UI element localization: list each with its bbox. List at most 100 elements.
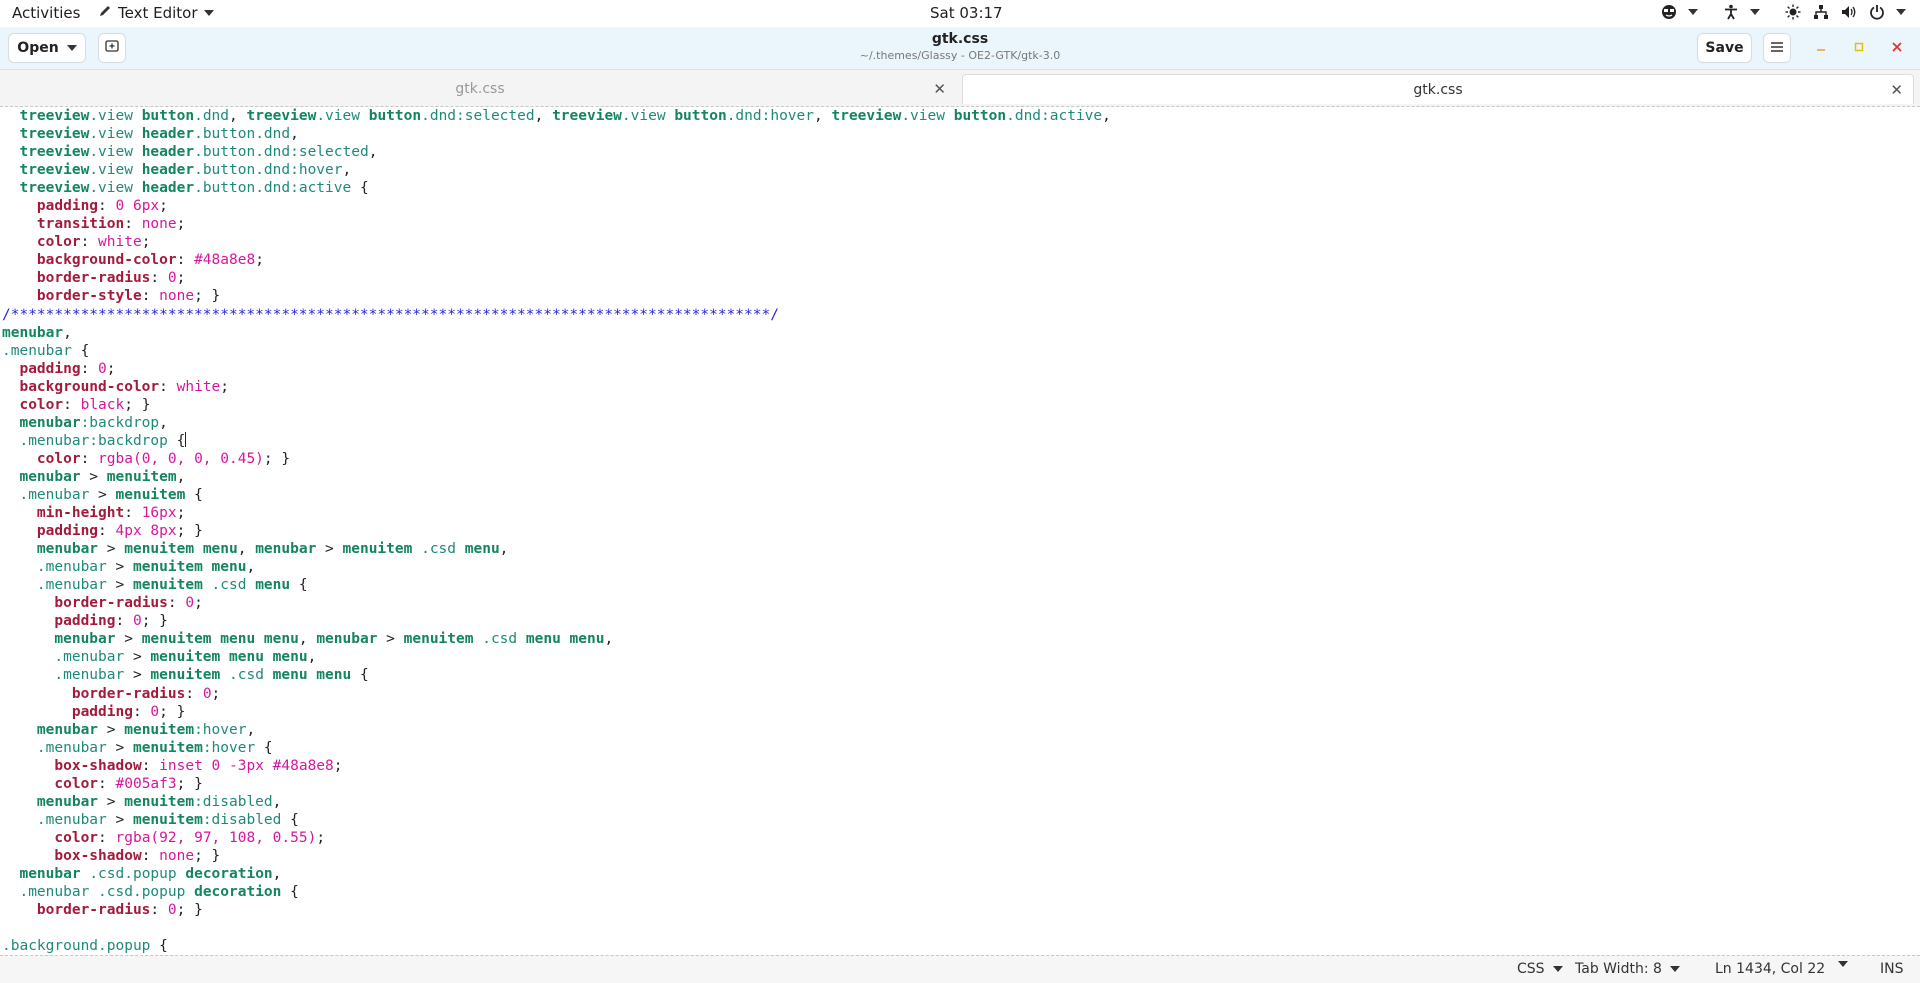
app-menu[interactable]: Text Editor: [98, 4, 214, 22]
code-line: treeview.view header.button.dnd:selected…: [2, 143, 1111, 161]
code-token: .view: [89, 108, 133, 124]
code-view[interactable]: treeview.view button.dnd, treeview.view …: [2, 107, 1111, 955]
code-token: decoration: [185, 865, 273, 882]
code-token: menu: [464, 541, 500, 558]
position-menu-button[interactable]: [1838, 961, 1848, 967]
code-token: :: [141, 757, 160, 774]
main-menu-button[interactable]: [1763, 33, 1791, 63]
code-token: .csd: [229, 667, 264, 684]
code-token: .button.dnd:active: [194, 180, 352, 197]
code-token: ,: [246, 721, 256, 738]
minimize-button[interactable]: [1808, 36, 1834, 60]
insert-mode-indicator[interactable]: INS: [1880, 961, 1904, 977]
language-selector[interactable]: CSS: [1517, 961, 1563, 977]
code-token: menu menu: [525, 631, 605, 648]
chevron-down-icon[interactable]: [1750, 9, 1760, 15]
power-icon[interactable]: [1868, 3, 1886, 21]
code-token: button: [141, 108, 195, 124]
clock[interactable]: Sat 03:17: [930, 4, 1003, 22]
close-tab-icon[interactable]: ✕: [1890, 81, 1903, 99]
insert-mode-label: INS: [1880, 961, 1904, 977]
code-token: menubar: [316, 631, 378, 648]
chevron-down-icon: [1669, 966, 1680, 972]
emoji-indicator-icon[interactable]: [1660, 3, 1678, 21]
close-icon: [1892, 41, 1902, 56]
network-icon[interactable]: [1812, 3, 1830, 21]
volume-icon[interactable]: [1840, 3, 1858, 21]
code-token: button: [368, 108, 422, 124]
code-token: ,: [63, 324, 72, 341]
code-token: >: [98, 793, 125, 810]
code-token: 0: [167, 902, 177, 919]
close-window-button[interactable]: [1884, 36, 1910, 60]
status-bar: CSS Tab Width: 8 Ln 1434, Col 22 INS: [0, 955, 1920, 983]
code-token: ; }: [124, 396, 151, 413]
code-line: padding: 0 6px;: [2, 197, 1111, 215]
code-token: .background.popup: [2, 938, 151, 955]
code-token: menuitem: [124, 541, 195, 558]
save-button[interactable]: Save: [1697, 33, 1752, 63]
code-editor[interactable]: treeview.view button.dnd, treeview.view …: [0, 107, 1920, 955]
code-token: menubar: [2, 324, 64, 341]
document-title: gtk.css: [931, 31, 989, 47]
tab-gtk-css-2[interactable]: gtk.css ✕: [962, 74, 1914, 104]
chevron-down-icon[interactable]: [1688, 9, 1698, 15]
code-line: border-style: none; }: [2, 287, 1111, 305]
code-token: treeview: [552, 108, 622, 124]
tab-gtk-css-1[interactable]: gtk.css ✕: [4, 74, 956, 104]
brightness-icon[interactable]: [1784, 3, 1802, 21]
code-token: .button.dnd: [194, 126, 291, 143]
code-token: none: [159, 288, 195, 305]
code-token: ,: [272, 865, 282, 882]
code-token: .dnd:selected: [421, 108, 535, 124]
code-token: none: [159, 847, 195, 864]
tab-width-selector[interactable]: Tab Width: 8: [1575, 961, 1680, 977]
code-line: color: black; }: [2, 396, 1111, 414]
chevron-down-icon[interactable]: [1896, 9, 1906, 15]
tab-label: gtk.css: [455, 81, 505, 97]
maximize-button[interactable]: [1846, 36, 1872, 60]
cursor-position[interactable]: Ln 1434, Col 22: [1715, 961, 1825, 977]
code-line: menubar > menuitem:disabled,: [2, 793, 1111, 811]
code-token: .dnd: [194, 108, 230, 124]
code-line: border-radius: 0;: [2, 685, 1111, 703]
code-token: menubar: [2, 541, 99, 558]
code-token: {: [150, 938, 168, 955]
code-token: .csd.popup: [98, 884, 186, 901]
code-token: menuitem: [132, 739, 203, 756]
code-token: :: [124, 216, 142, 233]
pencil-icon: [98, 4, 112, 22]
code-token: :: [80, 360, 99, 377]
code-token: menubar: [255, 541, 317, 558]
code-token: header: [141, 144, 195, 161]
code-token: .menubar: [2, 559, 107, 576]
close-tab-icon[interactable]: ✕: [933, 80, 946, 98]
code-token: :: [185, 685, 203, 702]
code-token: ,: [499, 541, 509, 558]
code-token: color: [36, 234, 81, 251]
code-token: .dnd:hover: [726, 108, 815, 124]
code-token: :: [98, 198, 116, 215]
code-token: ;: [176, 505, 186, 522]
code-token: {: [185, 486, 203, 503]
code-token: 0: [202, 685, 212, 702]
activities-button[interactable]: Activities: [12, 4, 80, 22]
code-token: :: [63, 396, 81, 413]
accessibility-icon[interactable]: [1722, 3, 1740, 21]
code-token: .menubar:backdrop: [2, 432, 168, 449]
code-token: menubar: [2, 468, 81, 485]
code-token: menu: [211, 559, 247, 576]
code-token: .view: [89, 144, 133, 161]
chevron-down-icon: [1838, 961, 1848, 967]
